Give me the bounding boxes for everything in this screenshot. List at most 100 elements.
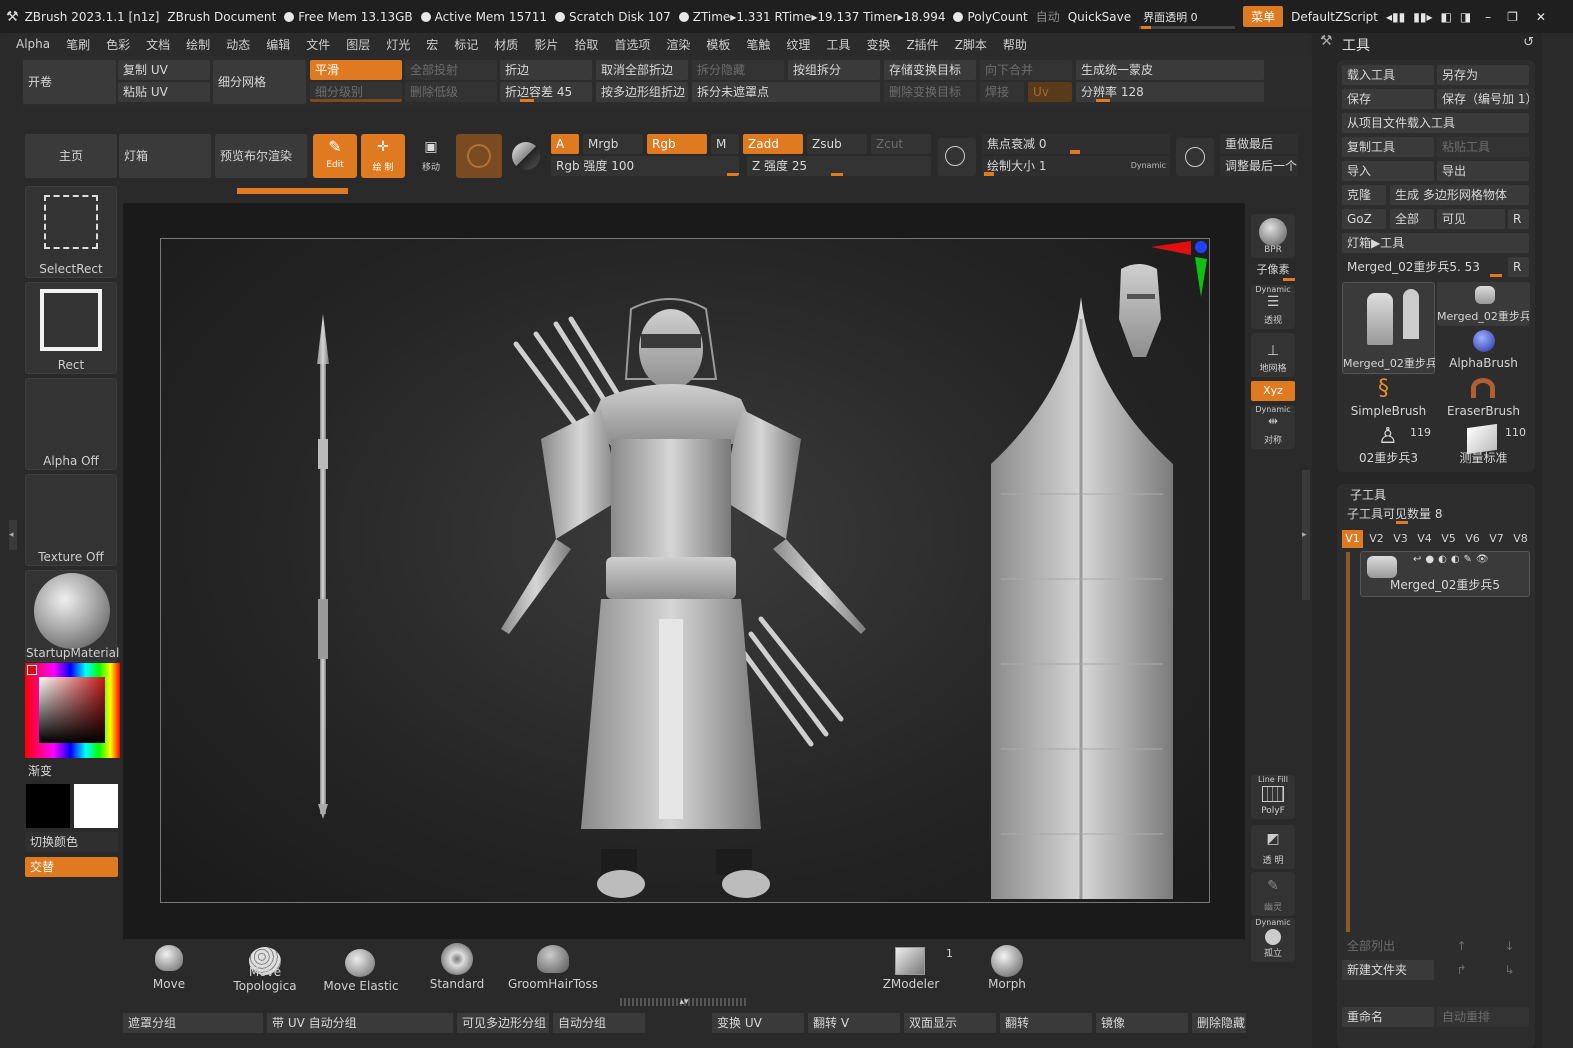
lazy-mouse-button[interactable] — [938, 138, 976, 176]
home-button[interactable]: 主页 — [25, 134, 117, 178]
tab-v7[interactable]: V7 — [1486, 530, 1507, 548]
soldier-model-render[interactable] — [161, 239, 1210, 903]
visible-polygroups-button[interactable]: 可见多边形分组 — [457, 1013, 549, 1033]
load-tool-button[interactable]: 载入工具 — [1342, 65, 1434, 85]
tool-thumb-alphabrush[interactable]: AlphaBrush — [1437, 328, 1530, 372]
menu-item[interactable]: 图层 — [338, 36, 378, 53]
secondary-color-swatch[interactable] — [74, 784, 118, 828]
tool-thumb-measure[interactable]: 110 测量标准 — [1437, 423, 1530, 468]
alternate-button[interactable]: 交替 — [25, 857, 118, 877]
current-tool-slider[interactable]: Merged_02重步兵5. 53 — [1342, 257, 1505, 277]
lightbox-tool-button[interactable]: 灯箱▶工具 — [1342, 233, 1529, 253]
delete-hidden-button[interactable]: 删除隐藏 — [1192, 1013, 1246, 1033]
alpha-tile[interactable]: Alpha Off — [25, 378, 117, 470]
focal-shift-slider[interactable]: 焦点衰减 0 — [982, 134, 1170, 154]
save-button[interactable]: 保存 — [1342, 89, 1434, 109]
color-picker[interactable] — [25, 663, 120, 758]
menu-item[interactable]: 材质 — [486, 36, 526, 53]
switch-color-button[interactable]: 切换颜色 — [25, 832, 118, 852]
brush-move[interactable]: Move — [123, 943, 215, 995]
kaijuan-button[interactable]: 开卷 — [23, 60, 116, 104]
copy-tool-button[interactable]: 复制工具 — [1342, 137, 1434, 157]
color-sphere-button[interactable] — [508, 138, 544, 174]
a-toggle[interactable]: A — [551, 134, 579, 154]
menu-item[interactable]: 灯光 — [378, 36, 418, 53]
menu-item[interactable]: 文件 — [298, 36, 338, 53]
flip-button[interactable]: 翻转 — [1000, 1013, 1092, 1033]
subtool-title[interactable]: 子工具 — [1350, 486, 1386, 503]
crease-by-polygroup-button[interactable]: 按多边形组折边 — [596, 82, 688, 102]
tab-v1[interactable]: V1 — [1342, 530, 1363, 548]
zsub-toggle[interactable]: Zsub — [807, 134, 867, 154]
menu-item[interactable]: 编辑 — [258, 36, 298, 53]
brush-move-elastic[interactable]: Move Elastic — [315, 943, 407, 995]
flip-uv-button[interactable]: 变换 UV — [712, 1013, 804, 1033]
ui-transparency-slider[interactable]: 界面透明 0 — [1139, 9, 1236, 29]
smooth-toggle[interactable]: 平滑 — [310, 60, 402, 80]
tab-v3[interactable]: V3 — [1390, 530, 1411, 548]
subdivide-mesh-button[interactable]: 细分网格 — [213, 60, 306, 104]
move-up-button[interactable]: ↑ — [1437, 936, 1481, 956]
edit-mode-button[interactable]: ✎ Edit — [313, 134, 357, 178]
uncrease-all-button[interactable]: 取消全部折边 — [596, 60, 688, 80]
menu-item[interactable]: 宏 — [418, 36, 446, 53]
preview-boolean-button[interactable]: 预览布尔渲染 — [215, 134, 307, 178]
tool-thumb-merged-main[interactable]: Merged_02重步兵 — [1342, 282, 1435, 374]
layout-left-icon[interactable]: ◂▮▮ — [1386, 10, 1405, 24]
delete-lower-button[interactable]: 删除低级 — [405, 82, 497, 102]
subtool-item[interactable]: ↩●◐◐✎👁 Merged_02重步兵5 — [1360, 551, 1530, 597]
project-all-button[interactable]: 全部投射 — [405, 60, 497, 80]
menu-item[interactable]: 笔刷 — [58, 36, 98, 53]
menu-item[interactable]: 笔触 — [738, 36, 778, 53]
close-icon[interactable]: ✕ — [1536, 10, 1546, 24]
texture-tile[interactable]: Texture Off — [25, 474, 117, 566]
folder-down-button[interactable]: ↳ — [1485, 960, 1529, 980]
brush-standard[interactable]: Standard — [411, 943, 503, 995]
store-morph-button[interactable]: 存储变换目标 — [884, 60, 976, 80]
m-toggle[interactable]: M — [711, 134, 739, 154]
brush-zmodeler[interactable]: 1 ZModeler — [865, 943, 957, 995]
dock-right-icon[interactable]: ◨ — [1460, 10, 1471, 24]
zcut-toggle[interactable]: Zcut — [871, 134, 931, 154]
tab-v8[interactable]: V8 — [1510, 530, 1531, 548]
floor-grid-button[interactable]: ⊥ 地网格 — [1251, 333, 1295, 377]
brush-morph[interactable]: Morph — [961, 943, 1053, 995]
menu-item[interactable]: 渲染 — [658, 36, 698, 53]
tab-v4[interactable]: V4 — [1414, 530, 1435, 548]
layout-right-icon[interactable]: ▮▮▸ — [1413, 10, 1432, 24]
menu-item[interactable]: 帮助 — [995, 36, 1035, 53]
zbrush-logo-icon[interactable]: ⚒ — [6, 9, 19, 25]
ghost-button[interactable]: ✎ 幽灵 — [1251, 872, 1295, 916]
menu-item[interactable]: 色彩 — [98, 36, 138, 53]
z-intensity-slider[interactable]: Z 强度 25 — [747, 156, 931, 176]
menu-item[interactable]: 变换 — [858, 36, 898, 53]
perspective-button[interactable]: Dynamic ☰ 透视 — [1251, 285, 1295, 329]
left-tray-collapse-icon[interactable]: ◂ — [9, 520, 17, 550]
paste-tool-button[interactable]: 粘贴工具 — [1437, 137, 1529, 157]
draw-mode-button[interactable]: ✛ 绘 制 — [361, 134, 405, 178]
mirror-button[interactable]: 镜像 — [1096, 1013, 1188, 1033]
navigation-head-gizmo[interactable] — [1119, 264, 1161, 357]
subtool-toggle-icons[interactable]: ↩●◐◐✎👁 — [1413, 554, 1493, 565]
subtool-scrollbar[interactable] — [1346, 552, 1350, 932]
redo-last-button[interactable]: 重做最后 — [1220, 134, 1298, 154]
folder-up-button[interactable]: ↱ — [1437, 960, 1481, 980]
polyframe-button[interactable]: Line Fill PolyF — [1251, 775, 1295, 819]
rgb-toggle[interactable]: Rgb — [647, 134, 707, 154]
goz-r-button[interactable]: R — [1508, 209, 1529, 229]
bpr-button[interactable]: BPR — [1251, 214, 1295, 258]
menu-item[interactable]: 工具 — [818, 36, 858, 53]
load-from-project-button[interactable]: 从项目文件载入工具 — [1342, 113, 1529, 133]
refresh-icon[interactable]: ↺ — [1523, 35, 1534, 50]
shelf-scroll-indicator[interactable] — [237, 188, 348, 194]
menu-item[interactable]: 标记 — [446, 36, 486, 53]
material-swatch-button[interactable] — [456, 134, 502, 178]
selectrect-brush-tile[interactable]: SelectRect — [25, 186, 117, 278]
save-numbered-button[interactable]: 保存（编号加 1） — [1437, 89, 1529, 109]
draw-size-slider[interactable]: 绘制大小 1 Dynamic — [982, 156, 1170, 176]
menu-button[interactable]: 菜单 — [1243, 6, 1284, 27]
split-unmasked-button[interactable]: 拆分未遮罩点 — [692, 82, 880, 102]
copy-uv-button[interactable]: 复制 UV — [118, 60, 210, 80]
material-tile[interactable]: StartupMaterial — [25, 570, 119, 662]
shelf-resize-handle[interactable]: ▴▾ — [620, 998, 748, 1007]
